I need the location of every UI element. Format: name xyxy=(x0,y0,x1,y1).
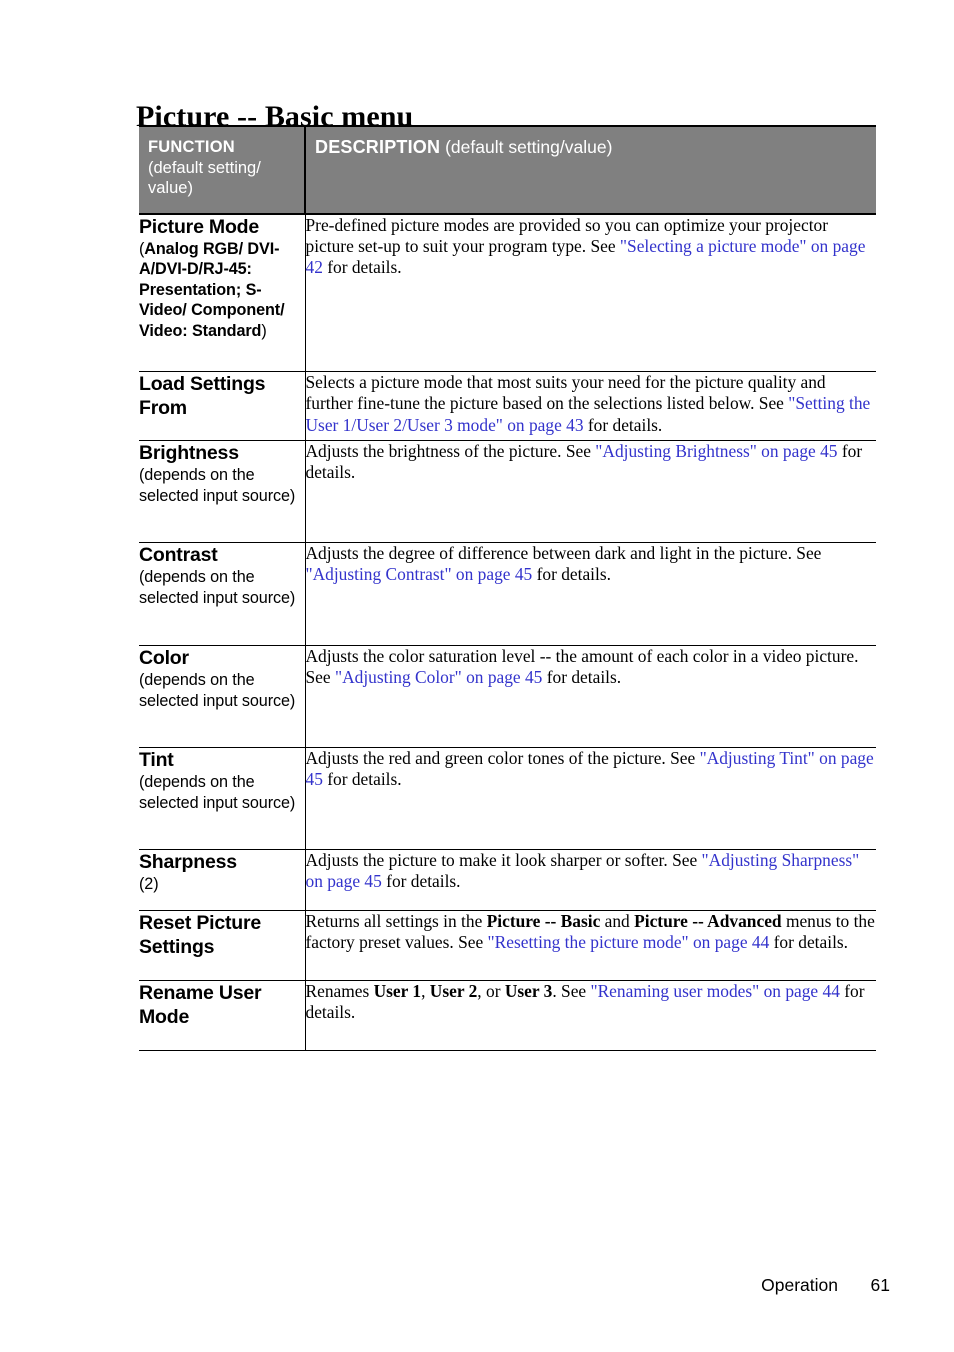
description-cell-rename-user-mode: Renames User 1, User 2, or User 3. See "… xyxy=(305,980,876,1051)
footer-page-number: 61 xyxy=(870,1275,890,1295)
description-cell-load-settings-from: Selects a picture mode that most suits y… xyxy=(305,371,876,441)
function-default-value: (depends on the selected input source) xyxy=(139,466,296,505)
description-cell-color: Adjusts the color saturation level -- th… xyxy=(305,645,876,748)
description-text-tail: for details. xyxy=(322,769,402,790)
function-name: Rename User Mode xyxy=(139,982,262,1028)
cross-reference-link[interactable]: "Adjusting Brightness" on page 45 xyxy=(595,441,837,461)
description-text: Selects a picture mode that most suits y… xyxy=(305,372,826,414)
mode-name-user-3: User 3 xyxy=(504,981,553,1001)
description-text-tail: for details. xyxy=(381,871,461,892)
description-text-tail: for details. xyxy=(532,564,611,585)
function-cell-sharpness: Sharpness (2) xyxy=(139,849,306,911)
function-default-value: (depends on the selected input source) xyxy=(139,568,296,607)
description-cell-picture-mode: Pre-defined picture modes are provided s… xyxy=(305,213,876,372)
function-cell-rename-user-mode: Rename User Mode xyxy=(139,980,306,1051)
description-cell-brightness: Adjusts the brightness of the picture. S… xyxy=(305,440,876,543)
description-text: . See xyxy=(552,981,591,1001)
menu-name-picture-advanced: Picture -- Advanced xyxy=(634,911,782,931)
description-cell-sharpness: Adjusts the picture to make it look shar… xyxy=(305,849,876,911)
function-cell-tint: Tint (depends on the selected input sour… xyxy=(139,747,306,850)
column-header-function: FUNCTION (default setting/ value) xyxy=(139,125,306,215)
function-default-value: (Analog RGB/ DVI-A/DVI-D/RJ-45: Presenta… xyxy=(139,239,285,340)
column-header-description-subtitle: (default setting/value) xyxy=(445,137,613,157)
table-row: Rename User Mode Renames User 1, User 2,… xyxy=(139,980,876,1051)
footer-section-label: Operation xyxy=(761,1275,838,1295)
description-text: , or xyxy=(477,981,505,1001)
description-text: Renames xyxy=(305,981,374,1001)
cross-reference-link[interactable]: "Adjusting Contrast" on page 45 xyxy=(306,564,533,584)
function-name: Load Settings From xyxy=(139,373,266,419)
function-cell-load-settings-from: Load Settings From xyxy=(139,371,306,441)
description-text-tail: for details. xyxy=(583,414,663,435)
table-row: Brightness (depends on the selected inpu… xyxy=(139,440,876,543)
table-row: Tint (depends on the selected input sour… xyxy=(139,747,876,850)
function-name: Brightness xyxy=(139,442,239,464)
mode-name-user-2: User 2 xyxy=(429,981,478,1001)
description-cell-reset-picture-settings: Returns all settings in the Picture -- B… xyxy=(305,910,876,981)
function-default-value: (depends on the selected input source) xyxy=(139,773,296,812)
description-text: Adjusts the brightness of the picture. S… xyxy=(305,441,596,461)
function-name: Picture Mode xyxy=(139,215,260,238)
description-text: Adjusts the picture to make it look shar… xyxy=(305,850,702,870)
column-header-function-title: FUNCTION xyxy=(148,138,235,156)
description-text: Adjusts the red and green color tones of… xyxy=(305,748,700,768)
function-cell-brightness: Brightness (depends on the selected inpu… xyxy=(139,440,306,543)
description-cell-tint: Adjusts the red and green color tones of… xyxy=(305,747,876,850)
column-header-function-subtitle: (default setting/ value) xyxy=(148,158,261,198)
page-footer: Operation 61 xyxy=(0,1275,954,1301)
description-text-tail: for details. xyxy=(322,257,402,278)
function-cell-color: Color (depends on the selected input sou… xyxy=(139,645,306,748)
function-name: Tint xyxy=(139,749,174,771)
function-default-value: (depends on the selected input source) xyxy=(139,671,296,710)
cross-reference-link[interactable]: "Adjusting Color" on page 45 xyxy=(335,667,542,687)
menu-name-picture-basic: Picture -- Basic xyxy=(486,911,601,931)
description-text: Returns all settings in the xyxy=(305,911,487,931)
table-row: Contrast (depends on the selected input … xyxy=(139,542,876,646)
table-row: Reset Picture Settings Returns all setti… xyxy=(139,910,876,981)
function-name: Reset Picture Settings xyxy=(139,912,262,958)
cross-reference-link[interactable]: "Renaming user modes" on page 44 xyxy=(590,981,839,1001)
description-text-tail: for details. xyxy=(769,932,849,953)
description-cell-contrast: Adjusts the degree of difference between… xyxy=(305,542,876,646)
column-header-description: DESCRIPTION (default setting/value) xyxy=(305,125,876,215)
function-name: Color xyxy=(139,647,189,669)
table-row: Color (depends on the selected input sou… xyxy=(139,645,876,748)
function-cell-contrast: Contrast (depends on the selected input … xyxy=(139,542,306,646)
function-cell-reset-picture-settings: Reset Picture Settings xyxy=(139,910,306,981)
picture-basic-menu-table: FUNCTION (default setting/ value) DESCRI… xyxy=(139,125,876,1051)
table-body: Picture Mode (Analog RGB/ DVI-A/DVI-D/RJ… xyxy=(139,213,876,1051)
function-name: Contrast xyxy=(139,544,218,566)
document-page: Picture -- Basic menu FUNCTION (default … xyxy=(0,0,954,1352)
description-text: Adjusts the degree of difference between… xyxy=(305,543,822,563)
function-name: Sharpness xyxy=(139,851,237,873)
table-header-row: FUNCTION (default setting/ value) DESCRI… xyxy=(139,125,876,215)
table-row: Picture Mode (Analog RGB/ DVI-A/DVI-D/RJ… xyxy=(139,213,876,372)
table-row: Sharpness (2) Adjusts the picture to mak… xyxy=(139,849,876,911)
mode-name-user-1: User 1 xyxy=(373,981,422,1001)
table-row: Load Settings From Selects a picture mod… xyxy=(139,371,876,441)
description-text-tail: for details. xyxy=(542,667,622,688)
function-cell-picture-mode: Picture Mode (Analog RGB/ DVI-A/DVI-D/RJ… xyxy=(139,213,306,372)
table-header: FUNCTION (default setting/ value) DESCRI… xyxy=(139,125,876,215)
cross-reference-link[interactable]: "Resetting the picture mode" on page 44 xyxy=(488,932,770,952)
function-default-value: (2) xyxy=(139,875,159,893)
description-text: and xyxy=(600,911,635,931)
description-text: , xyxy=(421,981,430,1001)
column-header-description-title: DESCRIPTION xyxy=(315,137,441,157)
